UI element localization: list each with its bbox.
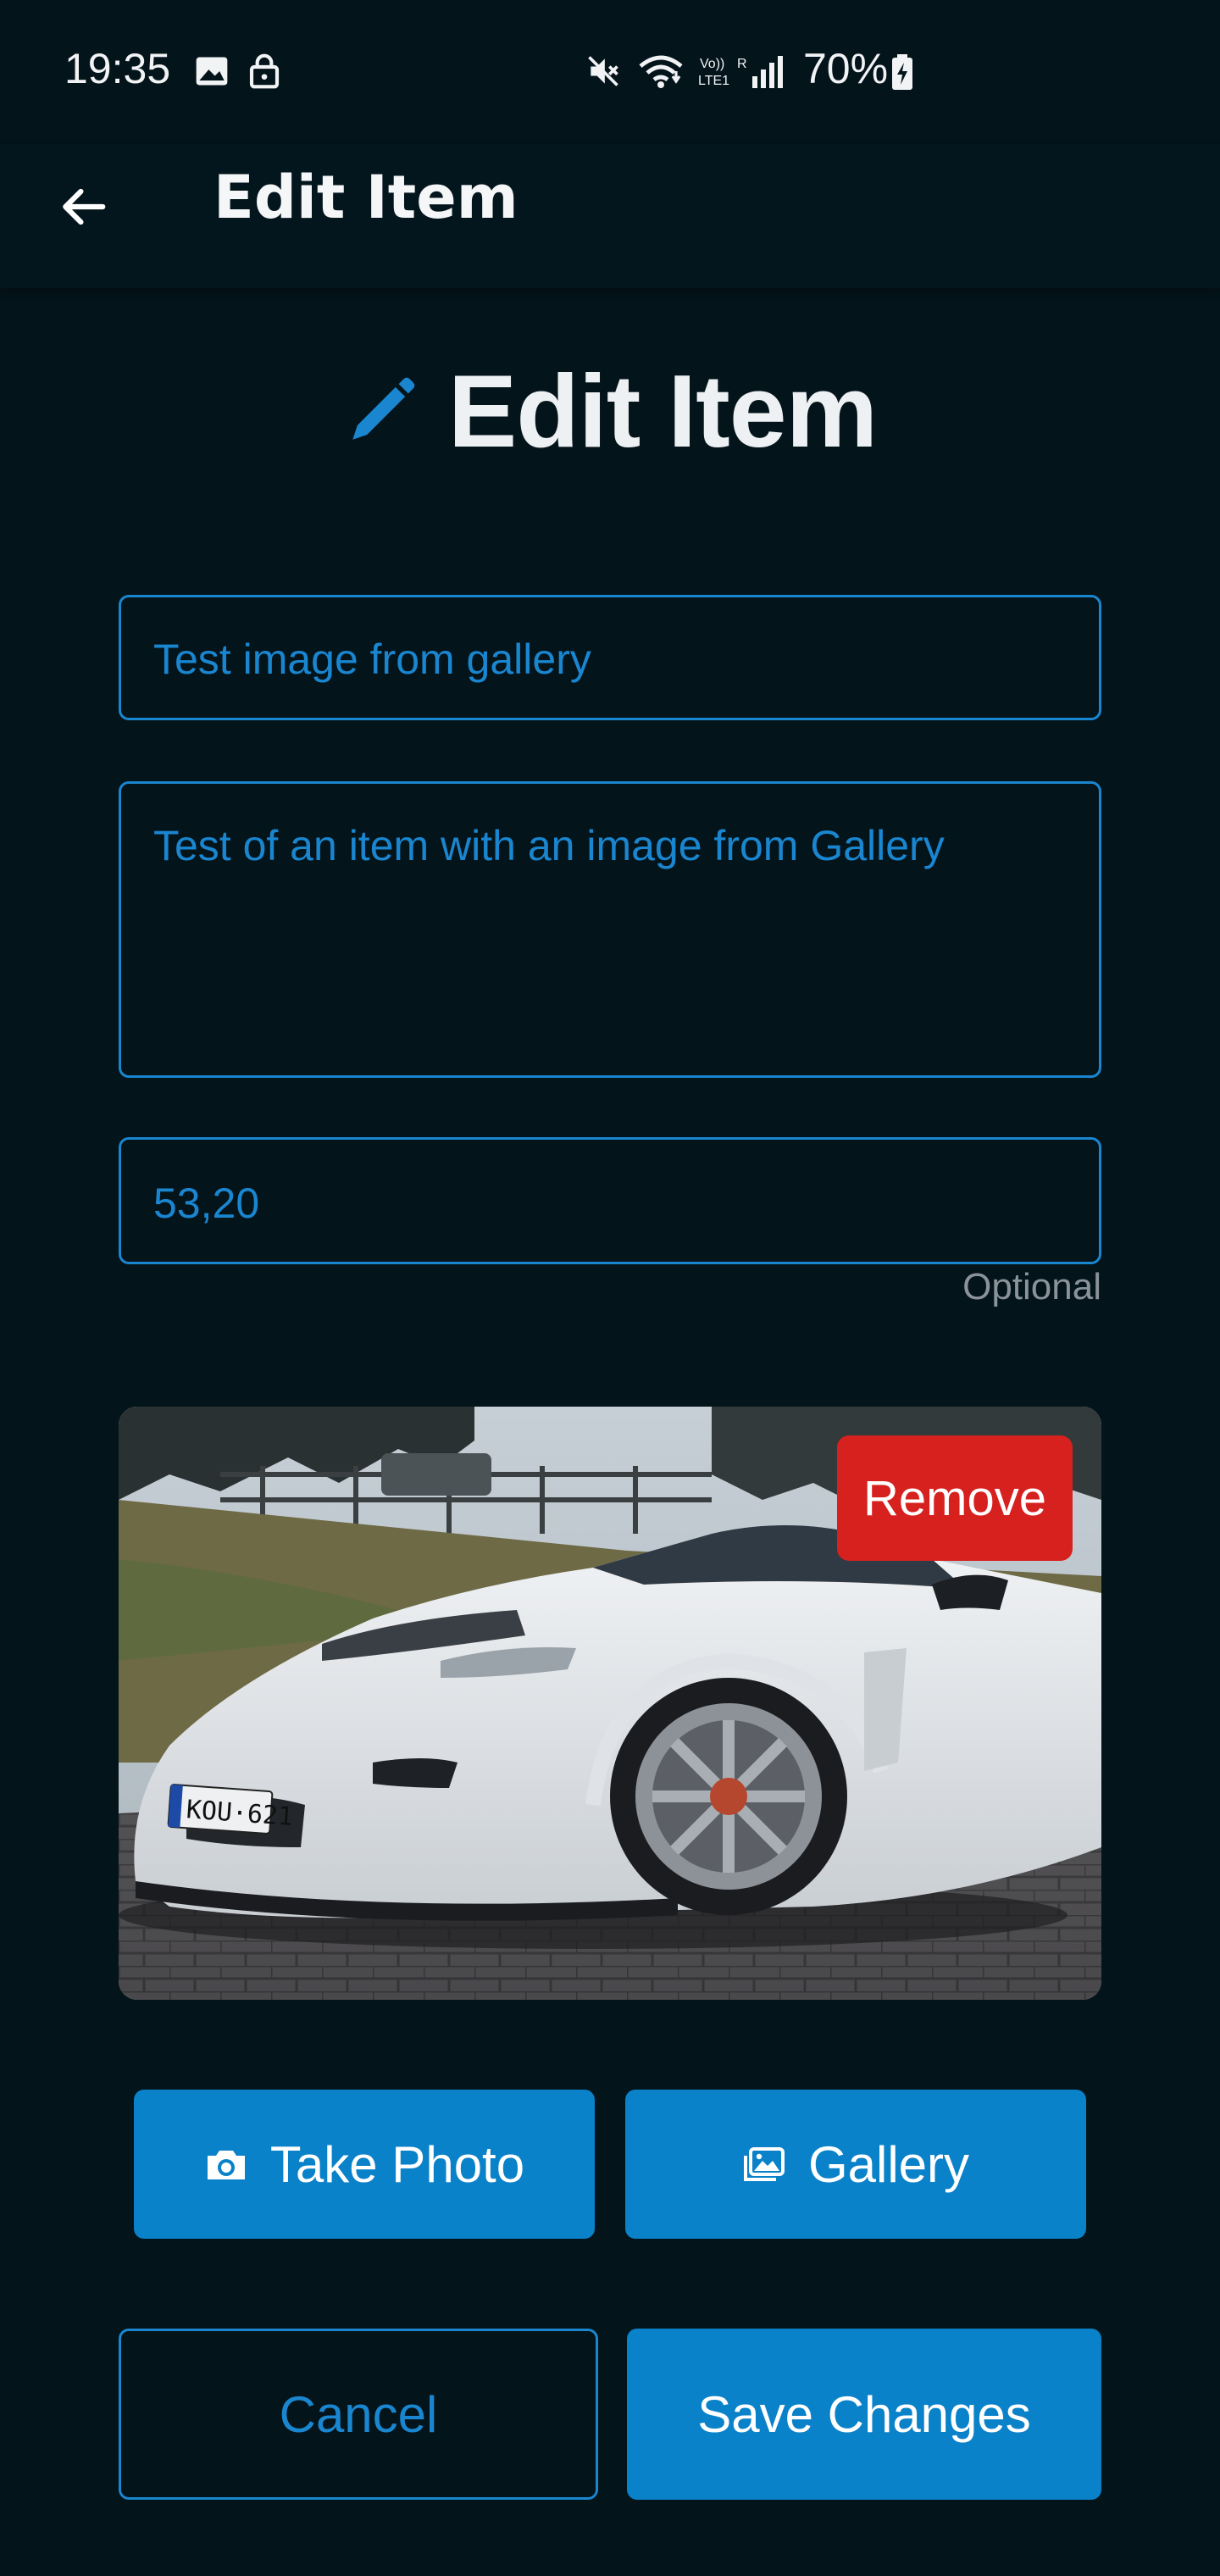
camera-icon (207, 2151, 245, 2179)
gallery-icon (743, 2147, 785, 2181)
cancel-button[interactable]: Cancel (119, 2329, 598, 2500)
take-photo-button[interactable]: Take Photo (134, 2090, 595, 2239)
edit-item-screen: 19:35 Vo)) LTE1 R 70% Edit Item Edit Ite… (0, 0, 1220, 2576)
description-field[interactable]: Test of an item with an image from Galle… (119, 781, 1101, 1078)
svg-text:R: R (737, 57, 747, 71)
battery-charging-icon (892, 54, 912, 90)
page-heading: Edit Item (0, 347, 1220, 475)
status-time: 19:35 (64, 45, 171, 92)
arrow-left-icon (63, 188, 106, 225)
wifi-icon (639, 55, 683, 88)
price-helper-text: Optional (962, 1266, 1101, 1307)
gallery-label: Gallery (807, 2135, 970, 2193)
signal-icon (752, 56, 783, 88)
price-field-value: 53,20 (153, 1180, 260, 1227)
app-bar-title: Edit Item (214, 163, 518, 232)
price-field[interactable]: 53,20 (119, 1137, 1101, 1264)
lock-icon (249, 53, 280, 89)
name-field-value: Test image from gallery (153, 636, 591, 683)
take-photo-label: Take Photo (269, 2135, 525, 2193)
gallery-button[interactable]: Gallery (625, 2090, 1086, 2239)
page-title: Edit Item (447, 353, 878, 469)
mute-icon (588, 56, 618, 86)
remove-image-button[interactable]: Remove (837, 1435, 1073, 1561)
back-button[interactable] (44, 168, 122, 246)
app-bar: Edit Item (0, 144, 1220, 288)
status-bar: 19:35 Vo)) LTE1 R 70% (0, 0, 1220, 144)
description-field-value: Test of an item with an image from Galle… (153, 822, 945, 869)
name-field[interactable]: Test image from gallery (119, 595, 1101, 720)
save-changes-button[interactable]: Save Changes (627, 2329, 1101, 2500)
image-icon (196, 57, 228, 86)
battery-percentage: 70% (803, 45, 889, 92)
volte-icon: Vo)) LTE1 R (698, 57, 747, 88)
pencil-icon (352, 377, 415, 440)
svg-text:LTE1: LTE1 (698, 74, 729, 88)
svg-text:Vo)): Vo)) (700, 57, 724, 71)
